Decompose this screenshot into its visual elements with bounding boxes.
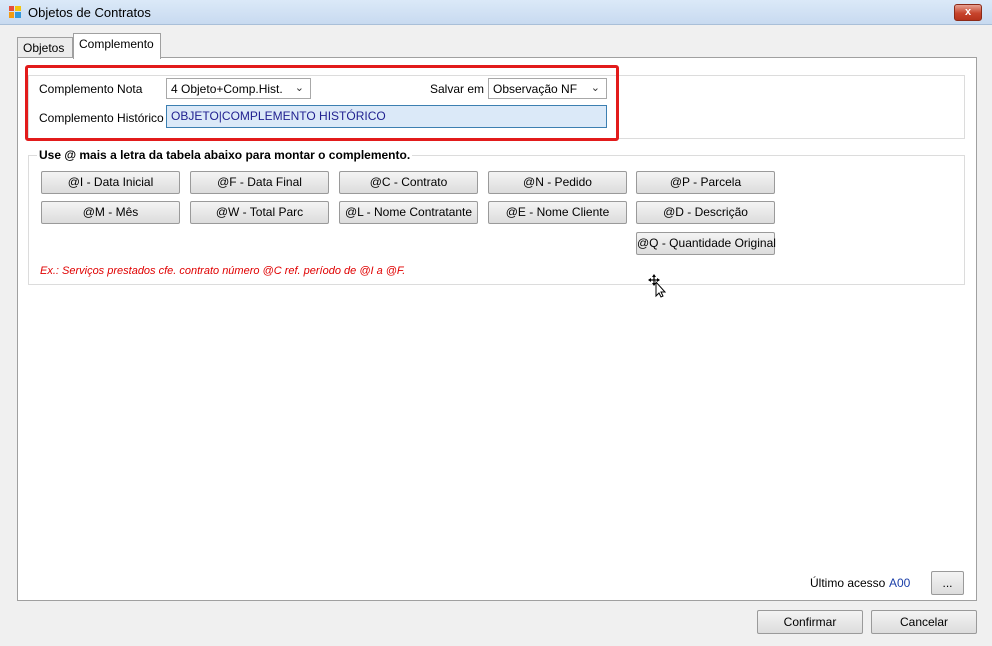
window-title: Objetos de Contratos [28,5,151,20]
complemento-nota-value: 4 Objeto+Comp.Hist. [171,82,283,96]
ref-button-nome-contratante[interactable]: @L - Nome Contratante [339,201,478,224]
salvar-em-select[interactable]: Observação NF ⌄ [488,78,607,99]
ref-button-contrato[interactable]: @C - Contrato [339,171,478,194]
ref-button-data-final[interactable]: @F - Data Final [190,171,329,194]
close-button[interactable]: x [954,4,982,21]
move-cursor-icon [648,274,667,298]
last-access-value: A00 [889,576,911,590]
complemento-historico-label: Complemento Histórico [39,111,164,125]
complemento-nota-select[interactable]: 4 Objeto+Comp.Hist. ⌄ [166,78,311,99]
chevron-down-icon: ⌄ [294,82,304,94]
reference-title: Use @ mais a letra da tabela abaixo para… [37,148,413,162]
tab-objetos[interactable]: Objetos [17,37,73,58]
tab-complemento[interactable]: Complemento [73,33,161,59]
app-icon [9,6,21,18]
chevron-down-icon: ⌄ [590,82,600,94]
last-access-label: Último acesso [810,576,886,590]
browse-button[interactable]: ... [931,571,964,595]
example-text: Ex.: Serviços prestados cfe. contrato nú… [40,265,406,277]
salvar-em-label: Salvar em [430,82,485,96]
ref-button-descricao[interactable]: @D - Descrição [636,201,775,224]
confirm-button[interactable]: Confirmar [757,610,863,634]
ref-button-parcela[interactable]: @P - Parcela [636,171,775,194]
ref-button-pedido[interactable]: @N - Pedido [488,171,627,194]
ref-button-data-inicial[interactable]: @I - Data Inicial [41,171,180,194]
cancel-button[interactable]: Cancelar [871,610,977,634]
close-icon: x [964,6,972,18]
complemento-nota-label: Complemento Nota [39,82,143,96]
title-bar: Objetos de Contratos x [0,0,992,25]
ref-button-quantidade-original[interactable]: @Q - Quantidade Original [636,232,776,255]
salvar-em-value: Observação NF [493,82,578,96]
ref-button-mes[interactable]: @M - Mês [41,201,180,224]
ref-button-total-parc[interactable]: @W - Total Parc [190,201,329,224]
complemento-historico-input[interactable]: OBJETO|COMPLEMENTO HISTÓRICO [166,105,607,128]
ref-button-nome-cliente[interactable]: @E - Nome Cliente [488,201,627,224]
